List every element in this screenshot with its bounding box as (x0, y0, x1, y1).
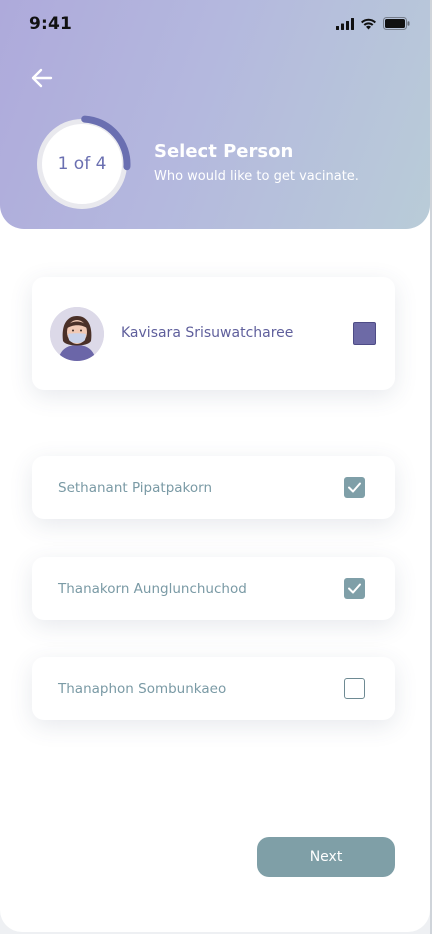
next-button[interactable]: Next (257, 837, 395, 877)
selected-person-card[interactable]: Kavisara Srisuwatcharee (32, 277, 395, 390)
cellular-signal-icon (336, 17, 354, 30)
page-subtitle: Who would like to get vacinate. (154, 169, 359, 184)
back-arrow-icon[interactable] (26, 62, 58, 94)
person-row[interactable]: Thanakorn Aunglunchuchod (32, 557, 395, 620)
battery-icon (383, 17, 410, 30)
checkmark-icon (348, 583, 361, 594)
status-icons (336, 17, 410, 30)
person-checkbox[interactable] (344, 678, 365, 699)
person-checkbox[interactable] (344, 578, 365, 599)
progress-label: 1 of 4 (42, 124, 122, 204)
person-row[interactable]: Thanaphon Sombunkaeo (32, 657, 395, 720)
person-name: Thanakorn Aunglunchuchod (58, 581, 247, 597)
screen: 9:41 1 of 4 Select Person Who would like… (0, 0, 430, 932)
page-title: Select Person (154, 141, 294, 162)
person-name: Thanaphon Sombunkaeo (58, 681, 227, 697)
avatar (50, 307, 104, 361)
checkmark-icon (348, 482, 361, 493)
progress-indicator: 1 of 4 (32, 114, 132, 214)
header: 9:41 1 of 4 Select Person Who would like… (0, 0, 430, 229)
person-row[interactable]: Sethanant Pipatpakorn (32, 456, 395, 519)
status-time: 9:41 (29, 14, 73, 34)
wifi-icon (361, 18, 376, 29)
person-checkbox[interactable] (344, 477, 365, 498)
selected-person-name: Kavisara Srisuwatcharee (121, 325, 294, 341)
selected-person-checkbox[interactable] (353, 322, 376, 345)
person-name: Sethanant Pipatpakorn (58, 480, 213, 496)
